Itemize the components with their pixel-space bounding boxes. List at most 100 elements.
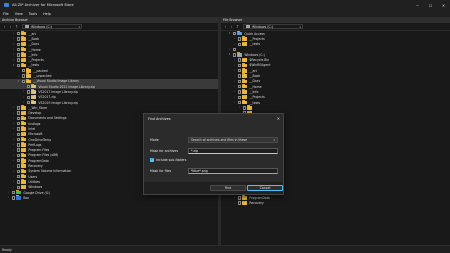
maximize-button[interactable]: ☐ xyxy=(424,0,437,10)
chevron-right-icon[interactable]: › xyxy=(233,37,236,41)
tree-row-checkbox[interactable] xyxy=(16,106,20,110)
dialog-close-icon[interactable]: ✕ xyxy=(277,116,280,121)
chevron-right-icon[interactable]: › xyxy=(238,106,241,110)
tree-row-checkbox[interactable] xyxy=(11,190,15,195)
chevron-right-icon[interactable]: › xyxy=(7,191,10,195)
chevron-right-icon[interactable]: › xyxy=(12,53,15,57)
chevron-down-icon[interactable]: ▾ xyxy=(17,79,20,83)
tree-row-checkbox[interactable] xyxy=(237,74,241,78)
chevron-right-icon[interactable]: › xyxy=(12,106,15,110)
tree-row-checkbox[interactable] xyxy=(237,42,241,46)
tree-row-checkbox[interactable] xyxy=(237,63,241,68)
tree-row-checkbox[interactable] xyxy=(237,84,241,89)
chevron-right-icon[interactable]: › xyxy=(17,69,20,73)
chevron-right-icon[interactable]: › xyxy=(12,42,15,46)
tree-row[interactable]: › Recovery xyxy=(221,200,450,206)
tree-row-checkbox[interactable] xyxy=(26,84,30,89)
tree-row-checkbox[interactable] xyxy=(16,132,20,136)
tree-row-checkbox[interactable] xyxy=(26,100,30,105)
up-arrow-icon[interactable]: ↑ xyxy=(235,24,240,29)
tree-row-checkbox[interactable] xyxy=(16,185,20,189)
chevron-right-icon[interactable]: › xyxy=(12,180,15,184)
tree-row-checkbox[interactable] xyxy=(26,95,30,99)
tree-row-checkbox[interactable] xyxy=(237,90,241,94)
tree-row-checkbox[interactable] xyxy=(16,127,20,131)
up-arrow-icon[interactable]: ↑ xyxy=(14,24,19,29)
tree-row-checkbox[interactable] xyxy=(237,69,241,73)
tree-row-checkbox[interactable] xyxy=(237,37,241,41)
chevron-right-icon[interactable]: › xyxy=(12,132,15,136)
tree-row-checkbox[interactable] xyxy=(16,164,20,168)
tree-row-checkbox[interactable] xyxy=(26,90,30,94)
tree-row-checkbox[interactable] xyxy=(16,159,20,163)
tree-row-checkbox[interactable] xyxy=(237,79,241,84)
tree-row-checkbox[interactable] xyxy=(232,53,236,57)
chevron-right-icon[interactable]: › xyxy=(12,148,15,152)
include-subfolders-checkbox[interactable]: ✓ xyxy=(150,158,154,162)
tree-row-checkbox[interactable] xyxy=(16,122,20,126)
cancel-button[interactable]: Cancel xyxy=(247,185,283,191)
chevron-right-icon[interactable]: › xyxy=(12,164,15,168)
chevron-right-icon[interactable]: › xyxy=(17,74,20,78)
chevron-right-icon[interactable]: › xyxy=(7,196,10,200)
close-button[interactable]: ✕ xyxy=(437,0,450,10)
chevron-right-icon[interactable]: › xyxy=(233,63,236,67)
forward-arrow-icon[interactable]: › xyxy=(8,24,13,29)
tree-row-checkbox[interactable] xyxy=(237,95,241,99)
menu-help[interactable]: Help xyxy=(43,12,51,16)
tree-row-checkbox[interactable] xyxy=(16,58,20,62)
chevron-right-icon[interactable]: › xyxy=(233,69,236,73)
tree-row-checkbox[interactable] xyxy=(16,116,20,121)
tree-row-checkbox[interactable] xyxy=(16,31,20,36)
chevron-right-icon[interactable]: › xyxy=(233,79,236,83)
chevron-right-icon[interactable]: › xyxy=(12,37,15,41)
chevron-right-icon[interactable]: › xyxy=(233,90,236,94)
chevron-right-icon[interactable]: › xyxy=(12,122,15,126)
tree-row-checkbox[interactable] xyxy=(237,58,241,62)
chevron-right-icon[interactable]: › xyxy=(22,85,25,89)
tree-row[interactable]: › Box xyxy=(0,195,218,200)
chevron-right-icon[interactable]: › xyxy=(22,90,25,94)
chevron-right-icon[interactable]: › xyxy=(233,196,236,200)
tree-row-checkbox[interactable] xyxy=(21,69,25,73)
menu-file[interactable]: File xyxy=(3,12,9,16)
chevron-right-icon[interactable]: › xyxy=(12,32,15,36)
chevron-right-icon[interactable]: › xyxy=(12,185,15,189)
tree-row-checkbox[interactable] xyxy=(16,143,20,147)
chevron-right-icon[interactable]: › xyxy=(22,95,25,99)
menu-view[interactable]: View xyxy=(15,12,23,16)
chevron-right-icon[interactable]: › xyxy=(12,159,15,163)
tree-row-checkbox[interactable] xyxy=(21,74,25,78)
chevron-right-icon[interactable]: › xyxy=(228,48,231,52)
back-arrow-icon[interactable]: ‹ xyxy=(2,24,7,29)
find-button[interactable]: Find xyxy=(210,185,246,191)
tree-row-checkbox[interactable] xyxy=(21,79,25,84)
tree-row-checkbox[interactable] xyxy=(11,196,15,200)
chevron-right-icon[interactable]: › xyxy=(12,153,15,157)
tree-row-checkbox[interactable] xyxy=(16,174,20,179)
tree-row-checkbox[interactable] xyxy=(237,100,241,105)
chevron-right-icon[interactable]: › xyxy=(233,74,236,78)
chevron-right-icon[interactable]: › xyxy=(233,58,236,62)
chevron-right-icon[interactable]: › xyxy=(12,58,15,62)
chevron-right-icon[interactable]: › xyxy=(233,101,236,105)
chevron-right-icon[interactable]: › xyxy=(233,95,236,99)
tree-row-checkbox[interactable] xyxy=(232,47,236,52)
tree-row-checkbox[interactable] xyxy=(16,153,20,158)
minimize-button[interactable]: ─ xyxy=(411,0,424,10)
chevron-right-icon[interactable]: › xyxy=(233,85,236,89)
tree-row-checkbox[interactable] xyxy=(232,31,236,36)
chevron-right-icon[interactable]: › xyxy=(233,42,236,46)
chevron-right-icon[interactable]: › xyxy=(12,116,15,120)
chevron-right-icon[interactable]: › xyxy=(12,48,15,52)
tree-row-checkbox[interactable] xyxy=(16,169,20,174)
forward-arrow-icon[interactable]: › xyxy=(229,24,234,29)
chevron-right-icon[interactable]: › xyxy=(12,111,15,115)
mask-files-input[interactable]: *blue*.png xyxy=(188,167,278,174)
tree-row-checkbox[interactable] xyxy=(237,196,241,200)
chevron-down-icon[interactable]: ▾ xyxy=(228,32,231,36)
tree-row-checkbox[interactable] xyxy=(16,137,20,142)
chevron-right-icon[interactable]: › xyxy=(12,143,15,147)
chevron-down-icon[interactable]: ▾ xyxy=(12,63,15,67)
tree-row-checkbox[interactable] xyxy=(16,111,20,115)
